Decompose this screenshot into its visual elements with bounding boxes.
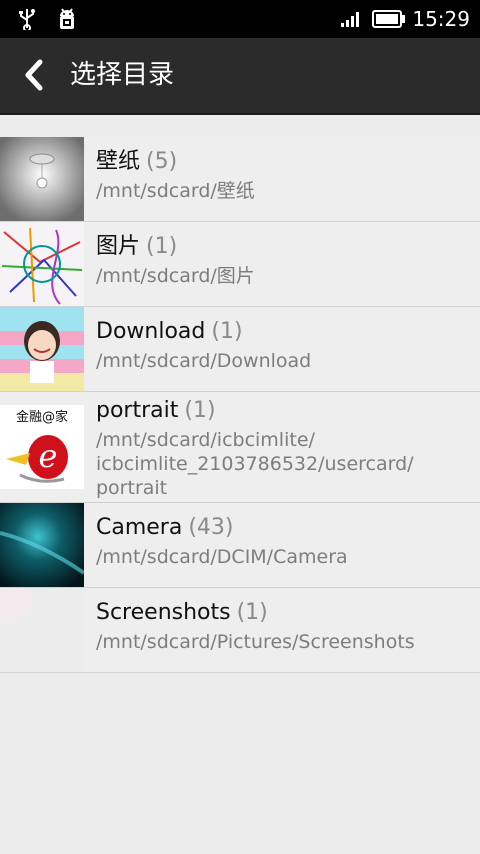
folder-path: /mnt/sdcard/Pictures/Screenshots: [96, 631, 415, 653]
item-count: (1): [211, 319, 243, 344]
list-item[interactable]: 金融@家 e portrait (1) /mnt/sdcard/icbcimlit…: [0, 392, 480, 503]
item-count: (1): [236, 600, 268, 625]
list-item-text: 壁纸 (5) /mnt/sdcard/壁纸: [96, 147, 460, 203]
thumbnail: 金融@家 e: [0, 405, 84, 489]
clock: 15:29: [412, 7, 470, 31]
list-item-text: Screenshots (1) /mnt/sdcard/Pictures/Scre…: [96, 598, 460, 654]
svg-text:e: e: [39, 437, 58, 475]
list-item[interactable]: Screenshots (1) /mnt/sdcard/Pictures/Scre…: [0, 588, 480, 673]
folder-path: /mnt/sdcard/DCIM/Camera: [96, 546, 348, 568]
item-count: (1): [146, 234, 178, 259]
folder-path: /mnt/sdcard/icbcimlite/ icbcimlite_21037…: [96, 429, 414, 499]
signal-icon: [341, 12, 360, 27]
action-bar: 选择目录: [0, 38, 480, 115]
list-item[interactable]: 图片 (1) /mnt/sdcard/图片: [0, 222, 480, 307]
thumbnail: [0, 307, 84, 391]
folder-path: /mnt/sdcard/图片: [96, 265, 255, 287]
battery-icon: [372, 10, 406, 28]
list-item[interactable]: 壁纸 (5) /mnt/sdcard/壁纸: [0, 137, 480, 222]
folder-path: /mnt/sdcard/壁纸: [96, 180, 255, 202]
page-title: 选择目录: [70, 60, 175, 90]
list-item[interactable]: Camera (43) /mnt/sdcard/DCIM/Camera: [0, 503, 480, 588]
folder-list: 壁纸 (5) /mnt/sdcard/壁纸 图片 (1) /mnt/sdcard/图…: [0, 137, 480, 673]
folder-path: /mnt/sdcard/Download: [96, 350, 312, 372]
folder-name: Download (1): [96, 319, 243, 344]
usb-icon: [19, 9, 35, 30]
thumbnail: [0, 503, 84, 587]
android-debug-icon: [60, 8, 74, 29]
logo-text: 金融@家: [16, 409, 68, 425]
list-item-text: portrait (1) /mnt/sdcard/icbcimlite/ icbc…: [96, 396, 460, 500]
folder-name: portrait (1): [96, 398, 216, 423]
folder-name: 图片 (1): [96, 234, 178, 259]
list-item[interactable]: Download (1) /mnt/sdcard/Download: [0, 307, 480, 392]
folder-name: 壁纸 (5): [96, 149, 178, 174]
status-bar: 15:29: [0, 0, 480, 38]
list-item-text: Camera (43) /mnt/sdcard/DCIM/Camera: [96, 513, 460, 569]
thumbnail: [0, 588, 84, 672]
chevron-left-icon[interactable]: [20, 58, 50, 92]
folder-name: Screenshots (1): [96, 600, 268, 625]
status-icons-left: [18, 8, 78, 32]
item-count: (43): [188, 515, 234, 540]
list-item-text: 图片 (1) /mnt/sdcard/图片: [96, 232, 460, 288]
status-icons-right: 15:29: [340, 0, 470, 38]
thumbnail: [0, 137, 84, 221]
item-count: (1): [184, 398, 216, 423]
list-item-text: Download (1) /mnt/sdcard/Download: [96, 317, 460, 373]
thumbnail: [0, 222, 84, 306]
folder-name: Camera (43): [96, 515, 234, 540]
item-count: (5): [146, 149, 178, 174]
